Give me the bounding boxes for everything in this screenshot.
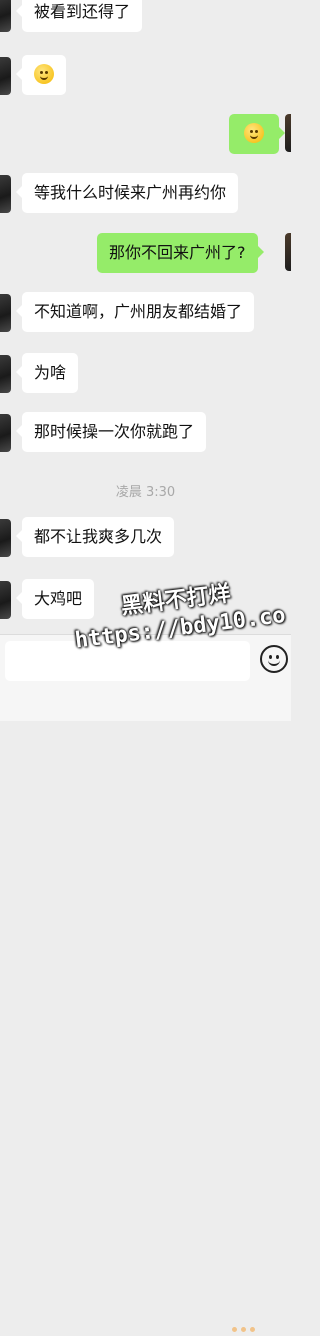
message-bubble[interactable]: 等我什么时候来广州再约你 bbox=[15, 173, 239, 213]
emoji-icon[interactable] bbox=[260, 645, 288, 673]
message-bubble[interactable]: 不知道啊，广州朋友都结婚了 bbox=[15, 292, 255, 332]
contact-avatar[interactable] bbox=[0, 294, 11, 332]
contact-avatar[interactable] bbox=[0, 581, 11, 619]
message-bubble[interactable]: 被看到还得了 bbox=[15, 0, 143, 32]
my-avatar[interactable] bbox=[285, 114, 291, 152]
smile-emoji-icon bbox=[34, 64, 54, 84]
timestamp-label: 凌晨 3:30 bbox=[115, 485, 176, 500]
message-bubble[interactable]: 那时候操一次你就跑了 bbox=[15, 412, 207, 452]
contact-avatar[interactable] bbox=[0, 175, 11, 213]
message-bubble[interactable] bbox=[16, 55, 66, 95]
decorative-dots bbox=[232, 1317, 272, 1332]
message-input[interactable] bbox=[5, 641, 250, 681]
message-bubble[interactable]: 大鸡吧 bbox=[15, 579, 95, 619]
message-bubble-sent[interactable] bbox=[229, 114, 285, 154]
chat-area[interactable]: 被看到还得了 等我什么时候来广州再约你 那你不回来广州了? 不知道啊，广州朋友都… bbox=[0, 0, 291, 634]
message-bubble[interactable]: 为啥 bbox=[15, 353, 79, 393]
message-bubble[interactable]: 都不让我爽多几次 bbox=[15, 517, 175, 557]
input-bar bbox=[0, 634, 291, 1332]
message-bubble-sent[interactable]: 那你不回来广州了? bbox=[97, 233, 263, 273]
contact-avatar[interactable] bbox=[0, 0, 11, 32]
contact-avatar[interactable] bbox=[0, 57, 11, 95]
contact-avatar[interactable] bbox=[0, 355, 11, 393]
smile-emoji-icon bbox=[244, 123, 264, 143]
contact-avatar[interactable] bbox=[0, 519, 11, 557]
contact-avatar[interactable] bbox=[0, 414, 11, 452]
my-avatar[interactable] bbox=[285, 233, 291, 271]
